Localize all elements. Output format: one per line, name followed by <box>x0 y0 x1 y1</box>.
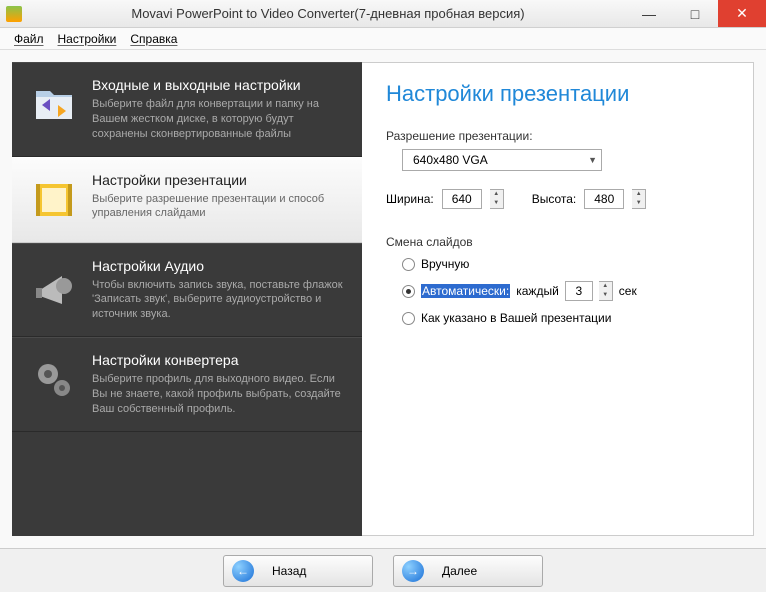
back-label: Назад <box>272 564 306 578</box>
sidebar-item-converter[interactable]: Настройки конвертера Выберите профиль дл… <box>12 337 362 432</box>
menu-settings[interactable]: Настройки <box>58 32 117 46</box>
content-area: Входные и выходные настройки Выберите фа… <box>0 50 766 548</box>
menu-help[interactable]: Справка <box>130 32 177 46</box>
sidebar-item-desc: Выберите файл для конвертации и папку на… <box>92 97 348 142</box>
resolution-label: Разрешение презентации: <box>386 129 729 143</box>
sidebar-item-desc: Выберите разрешение презентации и способ… <box>92 192 348 222</box>
radio-aspres-row[interactable]: Как указано в Вашей презентации <box>402 311 729 325</box>
back-button[interactable]: ← Назад <box>223 555 373 587</box>
sidebar-item-title: Настройки Аудио <box>92 258 348 274</box>
radio-auto[interactable] <box>402 285 415 298</box>
next-label: Далее <box>442 564 477 578</box>
height-label: Высота: <box>532 192 577 206</box>
minimize-button[interactable]: — <box>626 0 672 27</box>
sidebar-item-desc: Выберите профиль для выходного видео. Ес… <box>92 372 348 417</box>
sidebar: Входные и выходные настройки Выберите фа… <box>12 62 362 536</box>
width-spinner[interactable]: ▲▼ <box>490 189 504 209</box>
height-input[interactable] <box>584 189 624 209</box>
window-title: Movavi PowerPoint to Video Converter(7-д… <box>30 6 626 21</box>
maximize-button[interactable]: □ <box>672 0 718 27</box>
megaphone-icon <box>26 258 82 314</box>
close-button[interactable]: ✕ <box>718 0 766 27</box>
resolution-value: 640x480 VGA <box>413 153 488 167</box>
film-icon <box>26 172 82 228</box>
width-input[interactable] <box>442 189 482 209</box>
app-icon <box>6 6 22 22</box>
radio-aspres-label: Как указано в Вашей презентации <box>421 311 611 325</box>
width-label: Ширина: <box>386 192 434 206</box>
chevron-down-icon: ▼ <box>588 155 597 165</box>
footer: ← Назад → Далее <box>0 548 766 592</box>
radio-manual[interactable] <box>402 258 415 271</box>
arrow-left-icon: ← <box>232 560 254 582</box>
sidebar-item-audio[interactable]: Настройки Аудио Чтобы включить запись зв… <box>12 243 362 338</box>
sidebar-item-title: Настройки презентации <box>92 172 348 188</box>
window-buttons: — □ ✕ <box>626 0 766 27</box>
auto-seconds-input[interactable] <box>565 281 593 301</box>
sidebar-item-io[interactable]: Входные и выходные настройки Выберите фа… <box>12 62 362 157</box>
radio-auto-row[interactable]: Автоматически: каждый ▲▼ сек <box>402 281 729 301</box>
radio-aspres[interactable] <box>402 312 415 325</box>
gears-icon <box>26 352 82 408</box>
sidebar-item-desc: Чтобы включить запись звука, поставьте ф… <box>92 278 348 323</box>
slidechange-label: Смена слайдов <box>386 235 729 249</box>
resolution-dropdown[interactable]: 640x480 VGA ▼ <box>402 149 602 171</box>
sidebar-item-presentation[interactable]: Настройки презентации Выберите разрешени… <box>12 157 362 243</box>
sidebar-item-title: Настройки конвертера <box>92 352 348 368</box>
menubar: Файл Настройки Справка <box>0 28 766 50</box>
arrow-right-icon: → <box>402 560 424 582</box>
titlebar: Movavi PowerPoint to Video Converter(7-д… <box>0 0 766 28</box>
menu-file[interactable]: Файл <box>14 32 44 46</box>
panel-heading: Настройки презентации <box>386 81 729 107</box>
sidebar-item-title: Входные и выходные настройки <box>92 77 348 93</box>
settings-panel: Настройки презентации Разрешение презент… <box>362 62 754 536</box>
auto-every-label: каждый <box>516 284 559 298</box>
radio-manual-label: Вручную <box>421 257 469 271</box>
auto-sec-label: сек <box>619 284 637 298</box>
next-button[interactable]: → Далее <box>393 555 543 587</box>
radio-auto-label: Автоматически: <box>421 284 510 298</box>
height-spinner[interactable]: ▲▼ <box>632 189 646 209</box>
auto-seconds-spinner[interactable]: ▲▼ <box>599 281 613 301</box>
dimensions-row: Ширина: ▲▼ Высота: ▲▼ <box>386 189 729 209</box>
folder-icon <box>26 77 82 133</box>
radio-manual-row[interactable]: Вручную <box>402 257 729 271</box>
